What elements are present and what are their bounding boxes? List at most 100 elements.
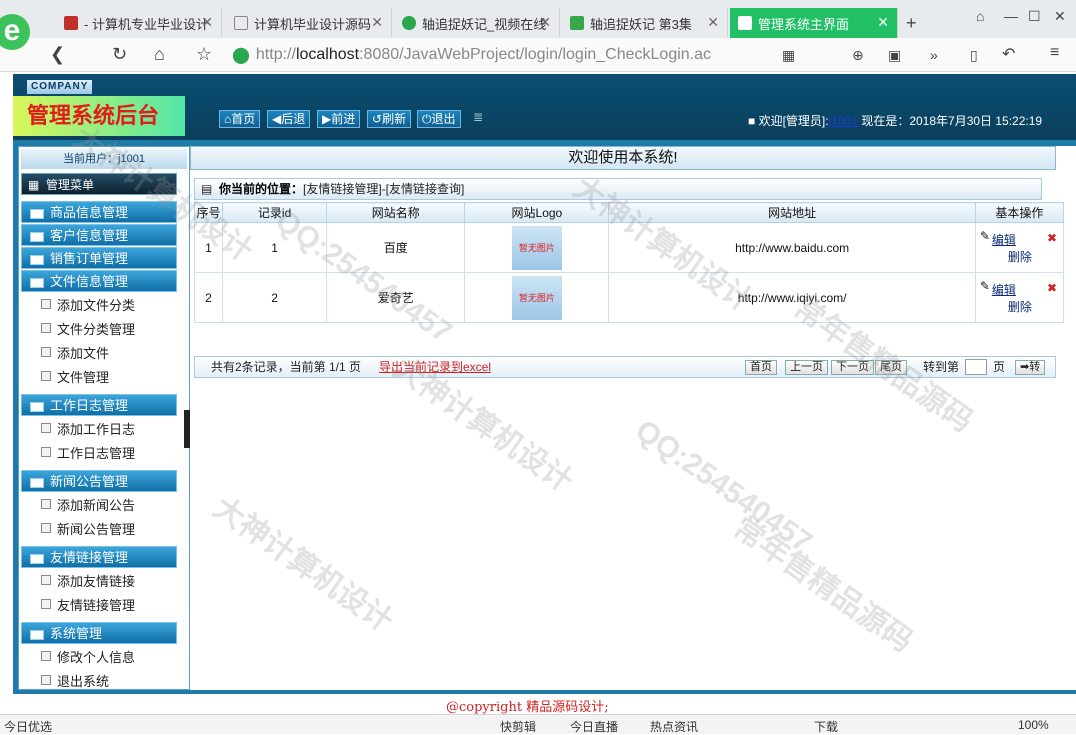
back-button[interactable]: ◀后退 [267,110,311,128]
sidebar-item-logout[interactable]: 退出系统 [35,671,109,689]
browser-tab[interactable]: - 计算机专业毕业设计 ✕ [56,8,222,38]
last-page-button[interactable]: 尾页 [875,360,907,375]
close-icon[interactable]: ✕ [877,14,889,31]
sidebar-group-goods[interactable]: 商品信息管理 [21,201,177,223]
tab-label: 计算机毕业设计源码 [254,16,372,32]
delete-icon[interactable]: ✖ [1047,281,1057,295]
maximize-icon[interactable]: ☐ [1028,8,1041,25]
browser-tab[interactable]: 计算机毕业设计源码 ✕ [226,8,392,38]
close-icon[interactable]: ✕ [707,14,719,31]
sidebar-group-system[interactable]: 系统管理 [21,622,177,644]
sidebar-item-link-manage[interactable]: 友情链接管理 [35,595,135,614]
sidebar-item-add-file[interactable]: 添加文件 [35,343,109,362]
welcome-prefix: 欢迎[管理员]: [758,114,829,128]
delete-link[interactable]: 删除 [980,248,1063,265]
sidebar-item-news-manage[interactable]: 新闻公告管理 [35,519,135,538]
logo-image: 暂无图片 [511,275,562,320]
forward-button[interactable]: ▶前进 [317,110,361,128]
page-number-input[interactable] [965,359,987,375]
close-icon[interactable]: ✕ [539,14,551,31]
status-item[interactable]: 今日直播 [570,718,618,735]
menu-header: ▦ 管理菜单 [21,173,177,195]
tab-label: 轴追捉妖记 第3集 [590,16,692,32]
prev-page-button[interactable]: 上一页 [785,360,828,375]
menu-icon[interactable]: ≡ [1050,44,1059,62]
more-icon[interactable]: » [930,47,938,63]
next-page-button[interactable]: 下一页 [831,360,874,375]
url-rest: :8080/JavaWebProject/login/login_CheckLo… [359,46,712,63]
tab-favicon-icon [738,16,752,30]
welcome-banner: 欢迎使用本系统! [190,146,1056,170]
status-item[interactable]: 下载 [814,718,838,735]
sidebar-group-orders[interactable]: 销售订单管理 [21,247,177,269]
refresh-icon: ↺ [372,112,383,126]
back-icon[interactable]: ❮ [50,44,65,65]
browser-tab[interactable]: 轴追捉妖记_视频在线 ✕ [394,8,560,38]
browser-tab-active[interactable]: 管理系统主界面 ✕ [730,8,898,38]
sidebar-item-add-news[interactable]: 添加新闻公告 [35,495,135,514]
minimize-icon[interactable]: — [1004,8,1018,24]
copyright: @copyright 精品源码设计; [446,700,609,715]
cell-ops: ✎ 编辑 删除 ✖ [974,272,1065,323]
sidebar-group-files[interactable]: 文件信息管理 [21,270,177,292]
sidebar-item-add-file-category[interactable]: 添加文件分类 [35,295,135,314]
sidebar-group-customers[interactable]: 客户信息管理 [21,224,177,246]
status-item[interactable]: 热点资讯 [650,718,698,735]
first-page-button[interactable]: 首页 [745,360,777,375]
goto-button[interactable]: ➡转 [1015,360,1046,375]
sidebar-item-file-manage[interactable]: 文件管理 [35,367,109,386]
status-left[interactable]: 今日优选 [4,718,52,735]
skin-icon[interactable]: ⌂ [976,8,984,24]
column-header: 网站地址 [608,202,976,223]
system-title: 管理系统后台 [13,96,185,136]
current-user: 当前用户：j1001 [21,149,187,169]
cell-logo: 暂无图片 [464,222,610,273]
status-item[interactable]: 快剪辑 [500,718,536,735]
delete-icon[interactable]: ✖ [1047,231,1057,245]
translate-icon[interactable]: ⊕ [852,47,864,64]
links-table: 序号 记录id 网站名称 网站Logo 网站地址 基本操作 1 1 百度 暂无图… [193,202,1065,323]
logo-image: 暂无图片 [511,225,562,270]
tab-favicon-icon [402,16,416,30]
close-window-icon[interactable]: ✕ [1054,8,1066,25]
home-button[interactable]: ⌂首页 [219,110,261,128]
sidebar-item-add-worklog[interactable]: 添加工作日志 [35,419,135,438]
close-icon[interactable]: ✕ [201,14,213,31]
extensions-icon[interactable]: ▦ [782,47,795,64]
welcome-user[interactable]: j1001 [829,114,858,128]
refresh-button[interactable]: ↺刷新 [367,110,412,128]
new-tab-icon[interactable]: + [906,13,917,34]
export-excel-link[interactable]: 导出当前记录到excel [379,357,491,377]
sidebar-group-news[interactable]: 新闻公告管理 [21,470,177,492]
logout-button[interactable]: ⏻退出 [417,110,461,128]
arrow-left-icon: ◀ [272,112,282,126]
close-icon[interactable]: ✕ [371,14,383,31]
table-header-row: 序号 记录id 网站名称 网站Logo 网站地址 基本操作 [193,202,1065,223]
company-label: COMPANY [27,80,93,94]
column-header: 网站名称 [326,202,466,223]
cell-logo: 暂无图片 [464,272,610,323]
sidebar-item-worklog-manage[interactable]: 工作日志管理 [35,443,135,462]
app-frame: COMPANY 管理系统后台 ⌂首页 ◀后退 ▶前进 ↺刷新 ⏻退出 ≣ ■ 欢… [13,74,1076,694]
sidebar-item-edit-profile[interactable]: 修改个人信息 [35,647,135,666]
sidebar-item-add-link[interactable]: 添加友情链接 [35,571,135,590]
cell-no: 1 [193,222,224,273]
undo-icon[interactable]: ↶ [1002,44,1015,64]
sidebar-collapse-handle[interactable] [184,410,190,448]
delete-link[interactable]: 删除 [980,298,1063,315]
reading-icon[interactable]: ▯ [970,47,978,64]
pagination-bar: 共有2条记录，当前第 1/1 页 导出当前记录到excel 首页 上一页 下一页… [194,356,1056,378]
address-bar[interactable]: ⬤ http://localhost:8080/JavaWebProject/l… [232,42,772,68]
browser-tab[interactable]: 轴追捉妖记 第3集 ✕ [562,8,728,38]
home-icon[interactable]: ⌂ [154,44,165,65]
adblock-icon[interactable]: ▣ [888,47,901,64]
tab-favicon-icon [64,16,78,30]
zoom-level[interactable]: 100% [1018,718,1049,732]
reload-icon[interactable]: ↻ [112,44,127,65]
sidebar-group-worklog[interactable]: 工作日志管理 [21,394,177,416]
sidebar-item-file-category-manage[interactable]: 文件分类管理 [35,319,135,338]
sidebar-group-links[interactable]: 友情链接管理 [21,546,177,568]
bookmark-star-icon[interactable]: ☆ [196,44,212,65]
pencil-icon: ✎ [979,279,990,293]
goto-button-label: 转 [1029,361,1041,373]
